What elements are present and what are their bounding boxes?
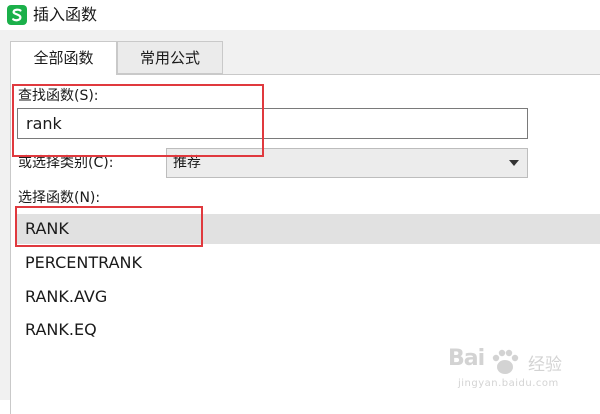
category-label: 或选择类别(C): bbox=[18, 155, 114, 171]
search-input[interactable] bbox=[17, 108, 528, 139]
title-bar: 插入函数 bbox=[0, 0, 600, 30]
function-item-rank-eq[interactable]: RANK.EQ bbox=[16, 315, 600, 345]
chevron-down-icon[interactable] bbox=[509, 160, 519, 166]
category-selected-value: 推荐 bbox=[173, 155, 201, 171]
function-item-percentrank[interactable]: PERCENTRANK bbox=[16, 248, 600, 278]
function-item-rank[interactable]: RANK bbox=[16, 214, 600, 244]
search-label: 查找函数(S): bbox=[18, 88, 99, 104]
tab-common-formulas[interactable]: 常用公式 bbox=[117, 41, 223, 74]
function-list[interactable]: RANK PERCENTRANK RANK.AVG RANK.EQ bbox=[16, 212, 600, 400]
dialog-title: 插入函数 bbox=[33, 5, 98, 24]
function-list-label: 选择函数(N): bbox=[18, 190, 101, 206]
wps-spreadsheet-icon bbox=[7, 5, 27, 25]
function-item-rank-avg[interactable]: RANK.AVG bbox=[16, 282, 600, 312]
tab-all-functions[interactable]: 全部函数 bbox=[10, 41, 117, 75]
category-select[interactable]: 推荐 bbox=[166, 148, 528, 178]
